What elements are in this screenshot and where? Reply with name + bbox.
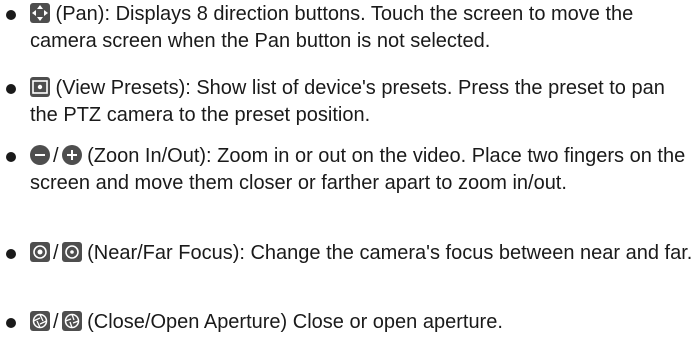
pan-description: (Pan): Displays 8 direction buttons. Tou…	[30, 3, 634, 52]
list-item-pan: (Pan): Displays 8 direction buttons. Tou…	[0, 1, 700, 55]
view-presets-icon	[30, 77, 50, 97]
icon-separator: /	[53, 311, 59, 333]
icon-separator: /	[53, 242, 59, 264]
bullet	[6, 84, 16, 94]
focus-description: (Near/Far Focus): Change the camera's fo…	[81, 242, 693, 264]
icon-separator: /	[53, 145, 59, 167]
bullet	[6, 249, 16, 259]
far-focus-icon	[61, 242, 82, 262]
zoom-in-icon	[61, 145, 82, 165]
list-item-view-presets: (View Presets): Show list of device's pr…	[0, 75, 700, 129]
zoom-description: (Zoon In/Out): Zoom in or out on the vid…	[30, 145, 686, 194]
bullet	[6, 10, 16, 20]
zoom-out-icon	[30, 145, 50, 165]
close-aperture-icon	[30, 311, 50, 331]
bullet	[6, 318, 16, 328]
bullet	[6, 152, 16, 162]
list-item-focus: / (Near/Far Focus): Change the camera's …	[0, 240, 700, 267]
aperture-description: (Close/Open Aperture) Close or open aper…	[81, 311, 503, 333]
view-presets-description: (View Presets): Show list of device's pr…	[30, 77, 665, 126]
near-focus-icon	[30, 242, 50, 262]
list-item-aperture: / (Close/Open Aperture) Close or open ap…	[0, 309, 700, 336]
pan-arrows-icon	[30, 3, 50, 23]
list-item-zoom: / (Zoon In/Out): Zoom in or out on the v…	[0, 143, 700, 197]
open-aperture-icon	[61, 311, 82, 331]
